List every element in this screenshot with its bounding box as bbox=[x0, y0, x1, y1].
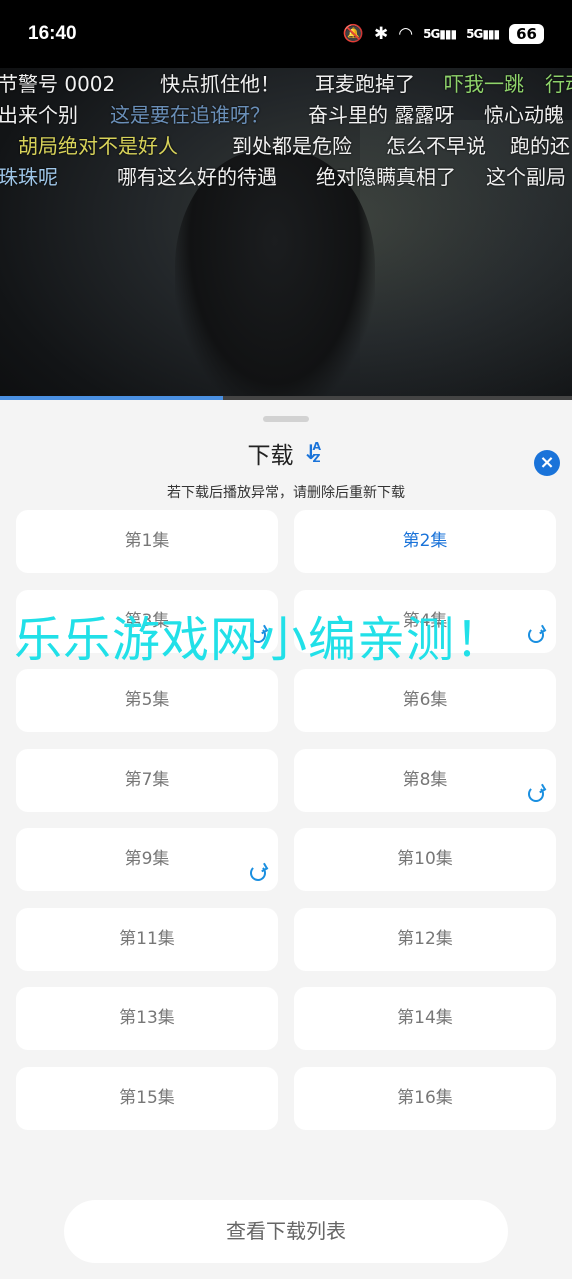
sort-az-icon[interactable]: ↓ A Z bbox=[303, 440, 325, 466]
status-bar: 16:40 🔕 ✱ ◠ 5G▮▮▮ 5G▮▮▮ 66 bbox=[0, 0, 572, 68]
episode-label: 第6集 bbox=[402, 690, 448, 710]
episode-button[interactable]: 第2集 bbox=[294, 510, 556, 573]
episode-label: 第14集 bbox=[397, 1008, 453, 1028]
danmaku-comment: 绝对隐瞒真相了 bbox=[316, 165, 456, 188]
episode-button[interactable]: 第11集 bbox=[16, 907, 278, 971]
episode-button[interactable]: 第6集 bbox=[294, 669, 556, 732]
danmaku-comment: 吓我一跳 bbox=[444, 72, 524, 96]
episode-label: 第15集 bbox=[119, 1087, 175, 1108]
episode-label: 第10集 bbox=[397, 849, 453, 869]
danmaku-comment: 哪有这么好的待遇 bbox=[117, 165, 277, 188]
sheet-header: 下载 ↓ A Z bbox=[0, 436, 572, 470]
danmaku-comment: 快点抓住他！ bbox=[160, 72, 280, 96]
bluetooth-icon: ✱ bbox=[374, 24, 389, 44]
danmaku-comment: 惊心动魄 bbox=[484, 103, 564, 127]
status-time: 16:40 bbox=[28, 23, 77, 44]
episode-button[interactable]: 第15集 bbox=[16, 1066, 278, 1130]
episode-label: 第2集 bbox=[402, 531, 448, 551]
episode-label: 第13集 bbox=[119, 1008, 175, 1028]
danmaku-comment: 胡局绝对不是好人 bbox=[18, 134, 178, 158]
episode-label: 第16集 bbox=[397, 1087, 453, 1108]
episode-label: 第12集 bbox=[397, 928, 453, 949]
close-icon[interactable]: × bbox=[534, 450, 560, 476]
episode-button[interactable]: 第7集 bbox=[16, 748, 278, 812]
episode-label: 第9集 bbox=[124, 849, 170, 869]
sheet-title: 下载 bbox=[247, 443, 294, 469]
danmaku-comment: 珠珠呢 bbox=[0, 165, 58, 188]
danmaku-comment: 这是要在追谁呀？ bbox=[110, 103, 270, 127]
episode-button[interactable]: 第12集 bbox=[294, 907, 556, 971]
episode-label: 第8集 bbox=[402, 769, 448, 790]
episode-button[interactable]: 第8集 bbox=[294, 748, 556, 812]
episode-button[interactable]: 第10集 bbox=[294, 828, 556, 891]
danmaku-comment: 耳麦跑掉了 bbox=[315, 72, 415, 96]
episode-label: 第5集 bbox=[124, 690, 170, 710]
episode-button[interactable]: 第5集 bbox=[16, 669, 278, 732]
downloading-icon bbox=[528, 626, 544, 643]
episode-button[interactable]: 第14集 bbox=[294, 987, 556, 1050]
episode-label: 第7集 bbox=[124, 769, 170, 790]
danmaku-comment: 这个副局 bbox=[486, 165, 566, 188]
signal-icon-2: 5G▮▮▮ bbox=[466, 27, 500, 41]
danmaku-comment: 奋斗里的 露露呀 bbox=[308, 103, 455, 127]
downloading-icon bbox=[250, 865, 266, 881]
danmaku-comment: 行动 bbox=[545, 72, 572, 96]
danmaku-comment: 跑的还 bbox=[510, 134, 570, 158]
episode-label: 第1集 bbox=[124, 531, 170, 551]
sheet-drag-handle[interactable] bbox=[263, 416, 309, 422]
signal-icon: 5G▮▮▮ bbox=[423, 27, 457, 41]
danmaku-comment: 出来个别 bbox=[0, 103, 78, 127]
danmaku-comment: 到处都是危险 bbox=[232, 134, 352, 158]
download-hint: 若下载后播放异常，请删除后重新下载 bbox=[167, 485, 405, 501]
danmaku-comment: 怎么不早说 bbox=[386, 134, 486, 158]
status-icons: 🔕 ✱ ◠ 5G▮▮▮ 5G▮▮▮ 66 bbox=[343, 24, 544, 44]
mute-bell-icon: 🔕 bbox=[342, 24, 364, 44]
wifi-icon: ◠ bbox=[398, 24, 414, 44]
episode-button[interactable]: 第16集 bbox=[294, 1066, 556, 1130]
episode-label: 第11集 bbox=[119, 928, 175, 949]
watermark: 乐乐游戏网小编亲测！ bbox=[14, 612, 505, 668]
episode-button[interactable]: 第9集 bbox=[16, 828, 278, 891]
episode-button[interactable]: 第1集 bbox=[16, 510, 278, 573]
battery-icon: 66 bbox=[509, 24, 544, 44]
view-download-list-button[interactable]: 查看下载列表 bbox=[64, 1200, 508, 1263]
danmaku-comment: 节警号 0002 bbox=[0, 72, 116, 96]
danmaku-layer: 节警号 0002 快点抓住他！ 耳麦跑掉了 吓我一跳行动出来个别 这是要在追谁呀？ 奋斗里… bbox=[0, 68, 572, 188]
episode-button[interactable]: 第13集 bbox=[16, 987, 278, 1050]
downloading-icon bbox=[528, 785, 544, 802]
download-sheet: 下载 ↓ A Z × 若下载后播放异常，请删除后重新下载 第1集 第2集 第3集 第4集第… bbox=[0, 400, 572, 1279]
